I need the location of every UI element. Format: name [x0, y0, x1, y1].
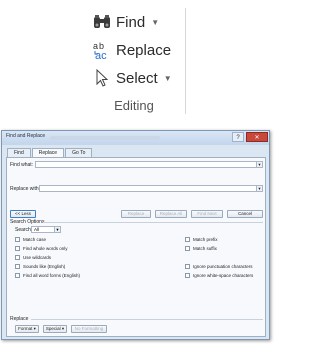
ignore-whitespace-checkbox[interactable]: Ignore white-space characters	[185, 273, 253, 278]
replace-action-button[interactable]: Replace	[121, 210, 151, 218]
chevron-down-icon[interactable]: ▼	[256, 186, 262, 191]
no-formatting-button[interactable]: No Formatting	[71, 325, 107, 333]
options-divider	[43, 222, 263, 223]
select-label: Select	[116, 69, 158, 87]
find-next-button[interactable]: Find Next	[191, 210, 223, 218]
cursor-arrow-icon	[92, 68, 112, 88]
tab-goto[interactable]: Go To	[65, 148, 93, 157]
find-what-label: Find what:	[10, 162, 34, 168]
checkbox-box[interactable]	[15, 237, 20, 242]
checkbox-label: Match suffix	[193, 246, 217, 251]
checkbox-label: Use wildcards	[23, 255, 52, 260]
group-label: Editing	[114, 98, 154, 113]
find-replace-dialog: Find and Replace ? ✕ Find Replace Go To …	[1, 130, 270, 340]
checkbox-box[interactable]	[15, 246, 20, 251]
editing-group: Find ▼ a b ac Replace Select ▼ Editing	[80, 2, 190, 118]
checkbox-label: Match case	[23, 237, 47, 242]
find-button[interactable]: Find ▼	[92, 11, 159, 33]
replace-divider	[31, 319, 263, 320]
svg-text:ac: ac	[95, 50, 107, 60]
checkbox-box[interactable]	[185, 237, 190, 242]
replace-with-label: Replace with:	[10, 186, 41, 192]
checkbox-label: Sounds like (English)	[23, 264, 66, 269]
replace-with-input[interactable]: ▼	[39, 185, 263, 192]
find-what-input[interactable]: ▼	[35, 161, 263, 168]
tab-replace[interactable]: Replace	[31, 148, 65, 157]
dialog-tabs: Find Replace Go To	[7, 148, 93, 157]
sounds-like-checkbox[interactable]: Sounds like (English)	[15, 264, 65, 269]
special-label: Special	[45, 326, 61, 331]
match-case-checkbox[interactable]: Match case	[15, 237, 46, 242]
chevron-down-icon[interactable]: ▼	[256, 162, 262, 167]
whole-words-checkbox[interactable]: Find whole words only	[15, 246, 68, 251]
checkbox-box[interactable]	[15, 264, 20, 269]
checkbox-box[interactable]	[185, 264, 190, 269]
checkbox-label: Find all word forms (English)	[23, 273, 81, 278]
replace-panel: Find what: ▼ Replace with: ▼ << Less Rep…	[6, 157, 266, 337]
find-label: Find	[116, 13, 146, 31]
search-direction-value: All	[34, 227, 40, 232]
format-button[interactable]: Format ▾	[15, 325, 39, 333]
checkbox-box[interactable]	[15, 255, 20, 260]
special-button[interactable]: Special ▾	[43, 325, 67, 333]
match-prefix-checkbox[interactable]: Match prefix	[185, 237, 218, 242]
checkbox-box[interactable]	[185, 246, 190, 251]
replace-all-button[interactable]: Replace All	[155, 210, 187, 218]
replace-section-label: Replace	[10, 316, 29, 322]
help-icon[interactable]: ?	[232, 132, 244, 142]
search-direction-select[interactable]: All ▼	[31, 226, 61, 233]
format-label: Format	[18, 326, 33, 331]
checkbox-label: Ignore punctuation characters	[193, 264, 253, 269]
titlebar-blur	[50, 136, 160, 140]
less-button[interactable]: << Less	[10, 210, 36, 218]
checkbox-label: Match prefix	[193, 237, 218, 242]
replace-icon: a b ac	[92, 40, 112, 60]
checkbox-box[interactable]	[185, 273, 190, 278]
close-icon[interactable]: ✕	[246, 132, 268, 142]
dialog-title: Find and Replace	[6, 133, 46, 139]
search-options-label: Search Options	[10, 219, 45, 225]
word-forms-checkbox[interactable]: Find all word forms (English)	[15, 273, 80, 278]
checkbox-label: Find whole words only	[23, 246, 68, 251]
replace-label: Replace	[116, 41, 172, 59]
select-button[interactable]: Select ▼	[92, 67, 172, 89]
chevron-down-icon: ▼	[163, 73, 172, 83]
replace-button[interactable]: a b ac Replace	[92, 39, 171, 61]
tab-find[interactable]: Find	[7, 148, 31, 157]
binoculars-icon	[92, 12, 112, 32]
checkbox-box[interactable]	[15, 273, 20, 278]
ignore-punctuation-checkbox[interactable]: Ignore punctuation characters	[185, 264, 253, 269]
match-suffix-checkbox[interactable]: Match suffix	[185, 246, 217, 251]
search-label: Search:	[15, 227, 33, 233]
cancel-button[interactable]: Cancel	[227, 210, 263, 218]
dialog-titlebar: Find and Replace ? ✕	[2, 131, 269, 145]
chevron-down-icon[interactable]: ▼	[54, 227, 60, 232]
checkbox-label: Ignore white-space characters	[193, 273, 254, 278]
chevron-down-icon: ▼	[151, 17, 160, 27]
wildcards-checkbox[interactable]: Use wildcards	[15, 255, 51, 260]
